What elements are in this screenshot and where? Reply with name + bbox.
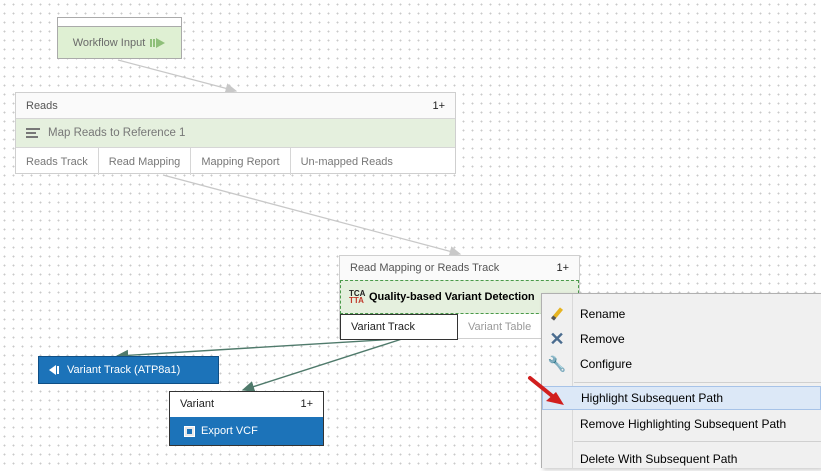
export-vcf-input-count: 1+ — [300, 398, 313, 410]
workflow-input-node[interactable]: Workflow Input — [57, 17, 182, 59]
connector-mapping-to-variant — [162, 174, 462, 257]
map-reads-icon — [26, 128, 42, 138]
remove-icon: ✕ — [549, 329, 565, 349]
connector-variant-to-vcf — [241, 338, 403, 392]
menu-item-highlight-subsequent-path[interactable]: Highlight Subsequent Path — [542, 386, 821, 410]
map-reads-element[interactable]: Reads 1+ Map Reads to Reference 1 Reads … — [15, 92, 456, 175]
output-unmapped-reads[interactable]: Un-mapped Reads — [291, 148, 403, 175]
menu-item-label: Highlight Subsequent Path — [581, 391, 724, 405]
export-vcf-tool-row[interactable]: Export VCF — [170, 417, 323, 445]
menu-item-remove[interactable]: ✕ Remove — [542, 327, 821, 351]
output-read-mapping[interactable]: Read Mapping — [99, 148, 192, 175]
input-arrow-icon — [150, 37, 166, 48]
variant-track-output-label: Variant Track (ATP8a1) — [67, 364, 181, 376]
menu-separator — [574, 382, 821, 383]
export-vcf-element[interactable]: Variant 1+ Export VCF — [169, 391, 324, 446]
export-vcf-input-row[interactable]: Variant 1+ — [170, 392, 323, 416]
connector-variant-track-output — [115, 338, 398, 361]
variant-detection-tool-name: Quality-based Variant Detection — [369, 291, 535, 303]
variant-detection-input-row[interactable]: Read Mapping or Reads Track 1+ — [340, 256, 579, 280]
map-reads-input-label: Reads — [26, 99, 58, 112]
export-icon — [184, 425, 195, 437]
menu-item-configure[interactable]: 🔧 Configure — [542, 352, 821, 376]
variant-detection-input-label: Read Mapping or Reads Track — [350, 262, 500, 274]
pencil-icon — [550, 307, 564, 321]
output-arrow-icon — [49, 365, 61, 375]
connector-input-to-reads — [117, 59, 238, 94]
map-reads-tool-row[interactable]: Map Reads to Reference 1 — [16, 119, 455, 148]
menu-item-delete-with-subsequent-path[interactable]: Delete With Subsequent Path — [542, 447, 821, 471]
menu-item-label: Remove — [580, 332, 625, 346]
menu-item-label: Remove Highlighting Subsequent Path — [580, 417, 787, 431]
export-vcf-input-label: Variant — [180, 398, 215, 410]
menu-item-label: Configure — [580, 357, 633, 371]
variant-track-output-node[interactable]: Variant Track (ATP8a1) — [38, 356, 219, 384]
workflow-input-label: Workflow Input — [72, 36, 146, 49]
variant-detection-input-count: 1+ — [556, 262, 569, 274]
output-mapping-report[interactable]: Mapping Report — [191, 148, 291, 175]
red-pointer-arrow-icon — [528, 376, 564, 405]
map-reads-output-row: Reads Track Read Mapping Mapping Report … — [16, 148, 455, 175]
variant-detection-icon: TCA TTA — [349, 289, 366, 305]
menu-item-label: Delete With Subsequent Path — [580, 452, 738, 466]
export-vcf-tool-name: Export VCF — [201, 425, 258, 437]
output-reads-track[interactable]: Reads Track — [16, 148, 99, 175]
output-variant-track[interactable]: Variant Track — [340, 314, 458, 340]
workflow-input-body[interactable]: Workflow Input — [58, 26, 181, 58]
wrench-icon: 🔧 — [547, 355, 567, 373]
map-reads-input-count: 1+ — [432, 99, 445, 112]
menu-item-rename[interactable]: Rename — [542, 302, 821, 326]
menu-item-label: Rename — [580, 307, 626, 321]
map-reads-input-row[interactable]: Reads 1+ — [16, 93, 455, 119]
map-reads-tool-name: Map Reads to Reference 1 — [48, 127, 186, 139]
menu-item-remove-highlighting[interactable]: Remove Highlighting Subsequent Path — [542, 412, 821, 436]
menu-separator — [574, 441, 821, 442]
context-menu: Rename ✕ Remove 🔧 Configure Highlight Su… — [541, 293, 821, 468]
